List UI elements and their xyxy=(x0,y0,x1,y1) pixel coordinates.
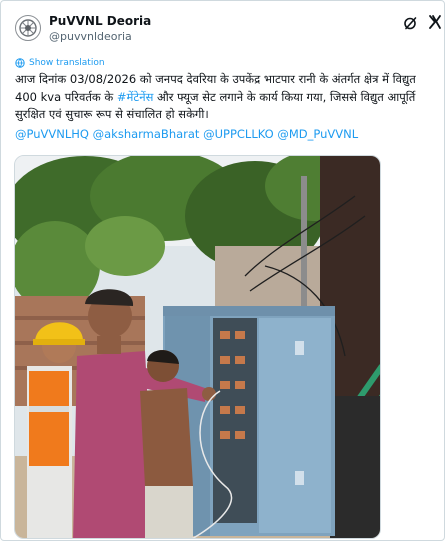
show-translation-label: Show translation xyxy=(29,58,105,68)
x-logo-icon[interactable] xyxy=(403,15,419,31)
author-handle[interactable]: @puvvnldeoria xyxy=(49,30,132,44)
puvvnl-logo-icon xyxy=(17,17,39,39)
post-text: आज दिनांक 03/08/2026 को जनपद देवरिया के … xyxy=(15,71,440,124)
post-mentions[interactable]: @PuVVNLHQ @aksharmaBharat @UPPCLLKO @MD_… xyxy=(15,126,440,143)
author-name[interactable]: PuVVNL Deoria xyxy=(49,14,151,29)
grok-icon[interactable] xyxy=(427,14,443,30)
transformer-maintenance-photo xyxy=(15,156,380,538)
hashtag-maintenance[interactable]: #मेंटेनेंस xyxy=(117,90,153,104)
post-card[interactable]: PuVVNL Deoria @puvvnldeoria Show transla… xyxy=(0,0,445,541)
show-translation-link[interactable]: Show translation xyxy=(15,57,105,69)
post-photo[interactable] xyxy=(14,155,381,539)
author-avatar[interactable] xyxy=(15,15,41,41)
globe-icon xyxy=(15,58,25,68)
